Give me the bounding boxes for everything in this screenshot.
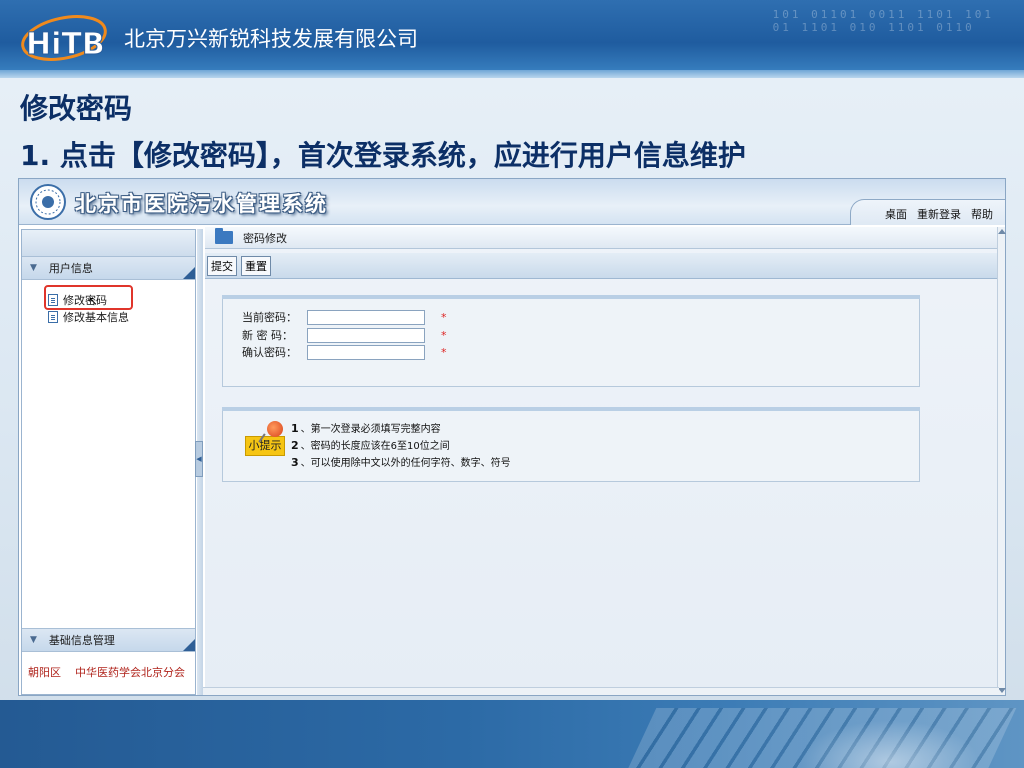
current-password-row: 当前密码： * [242, 309, 447, 325]
app-title: 北京市医院污水管理系统 [75, 191, 328, 216]
required-marker: * [441, 345, 447, 359]
document-icon [48, 294, 58, 306]
new-password-label: 新 密 码： [242, 329, 293, 342]
organization-label: 中华医药学会北京分会 [75, 666, 185, 679]
top-banner: 101 01101 0011 1101 101 01 1101 010 1101… [0, 0, 1024, 78]
tip-text: 、可以使用除中文以外的任何字符、数字、符号 [300, 458, 511, 469]
tip-number: 1 [291, 422, 299, 435]
folder-icon [215, 228, 233, 244]
required-marker: * [441, 328, 447, 342]
collapse-sidebar-icon[interactable]: ◀ [195, 441, 203, 477]
tip-line: 1 、第一次登录必须填写完整内容 [291, 420, 441, 435]
sidebar: ▼ 用户信息 修改密码 ↖ 修改基本信息 ▼ 基础信息管理 朝阳区 中华医药学会… [21, 229, 196, 695]
app-window: 北京市医院污水管理系统 桌面 重新登录 帮助 ▼ 用户信息 修改密码 ↖ 修改基… [18, 178, 1006, 696]
chevron-down-icon: ▼ [30, 635, 37, 645]
tip-line: 3 、可以使用除中文以外的任何字符、数字、符号 [291, 454, 511, 469]
slide-step-instruction: 1. 点击【修改密码】，首次登录系统，应进行用户信息维护 [20, 139, 746, 172]
tips-panel: 小提示 1 、第一次登录必须填写完整内容 2 、密码的长度应该在6至10位之间 3、… [222, 407, 920, 482]
current-password-input[interactable] [307, 309, 425, 325]
app-header: 北京市医院污水管理系统 桌面 重新登录 帮助 [19, 179, 1005, 225]
sidebar-top-band [22, 230, 195, 256]
pushpin-icon [267, 421, 283, 437]
sidebar-item-label: 修改基本信息 [63, 311, 129, 324]
district-label: 朝阳区 [28, 666, 61, 679]
mouse-cursor-icon: ↖ [88, 294, 99, 308]
company-name: 北京万兴新锐科技发展有限公司 [124, 27, 418, 51]
hand-decoration [800, 720, 980, 768]
sidebar-item-edit-basic-info[interactable]: 修改基本信息 [48, 309, 129, 325]
tip-line: 2 、密码的长度应该在6至10位之间 [291, 437, 450, 452]
tip-number: 2 [291, 439, 299, 452]
sidebar-section-basic-info-management[interactable]: ▼ 基础信息管理 [22, 628, 195, 652]
sidebar-section-user-info[interactable]: ▼ 用户信息 [22, 256, 195, 280]
header-links: 桌面 重新登录 帮助 [885, 205, 993, 223]
hitb-logo-icon: HiTB [21, 15, 107, 63]
document-icon [48, 311, 58, 323]
relogin-link[interactable]: 重新登录 [917, 206, 961, 222]
slide-title: 修改密码 [20, 92, 133, 125]
submit-button[interactable]: 提交 [207, 255, 237, 276]
tip-number: 3 [291, 456, 299, 469]
hospital-emblem-icon [30, 184, 66, 220]
main-content: 密码修改 提交 重置 当前密码： * 新 密 码： * 确认密码： * 小提示 … [205, 227, 999, 695]
chevron-down-icon: ▼ [30, 263, 37, 273]
tip-pin-icon: 小提示 [243, 420, 287, 460]
sidebar-item-label: 修改密码 [63, 294, 107, 307]
breadcrumb: 密码修改 [205, 227, 999, 249]
svg-text:HiTB: HiTB [26, 27, 105, 62]
sidebar-item-change-password[interactable]: 修改密码 [48, 292, 107, 308]
corner-decoration [183, 639, 195, 651]
confirm-password-row: 确认密码： * [242, 344, 447, 360]
new-password-input[interactable] [307, 327, 425, 343]
bottom-decoration [0, 700, 1024, 768]
confirm-password-label: 确认密码： [242, 346, 297, 359]
banner-stripe [0, 70, 1024, 78]
sidebar-footer: 朝阳区 中华医药学会北京分会 [28, 664, 185, 680]
tip-text: 、密码的长度应该在6至10位之间 [300, 441, 450, 452]
horizontal-scrollbar[interactable] [203, 687, 999, 695]
sidebar-section-label: 基础信息管理 [48, 634, 115, 647]
desktop-link[interactable]: 桌面 [885, 206, 907, 222]
toolbar: 提交 重置 [205, 253, 999, 279]
tip-text: 、第一次登录必须填写完整内容 [300, 424, 441, 435]
password-form-panel: 当前密码： * 新 密 码： * 确认密码： * [222, 295, 920, 387]
required-marker: * [441, 310, 447, 324]
current-password-label: 当前密码： [242, 311, 297, 324]
help-link[interactable]: 帮助 [971, 206, 993, 222]
binary-decoration: 101 01101 0011 1101 101 01 1101 010 1101… [772, 8, 994, 34]
vertical-scrollbar[interactable] [997, 227, 1006, 695]
tip-icon-label: 小提示 [245, 436, 285, 456]
reset-button[interactable]: 重置 [241, 255, 271, 276]
new-password-row: 新 密 码： * [242, 327, 447, 343]
confirm-password-input[interactable] [307, 344, 425, 360]
breadcrumb-label: 密码修改 [243, 231, 287, 245]
sidebar-section-label: 用户信息 [48, 262, 93, 275]
corner-decoration [183, 267, 195, 279]
